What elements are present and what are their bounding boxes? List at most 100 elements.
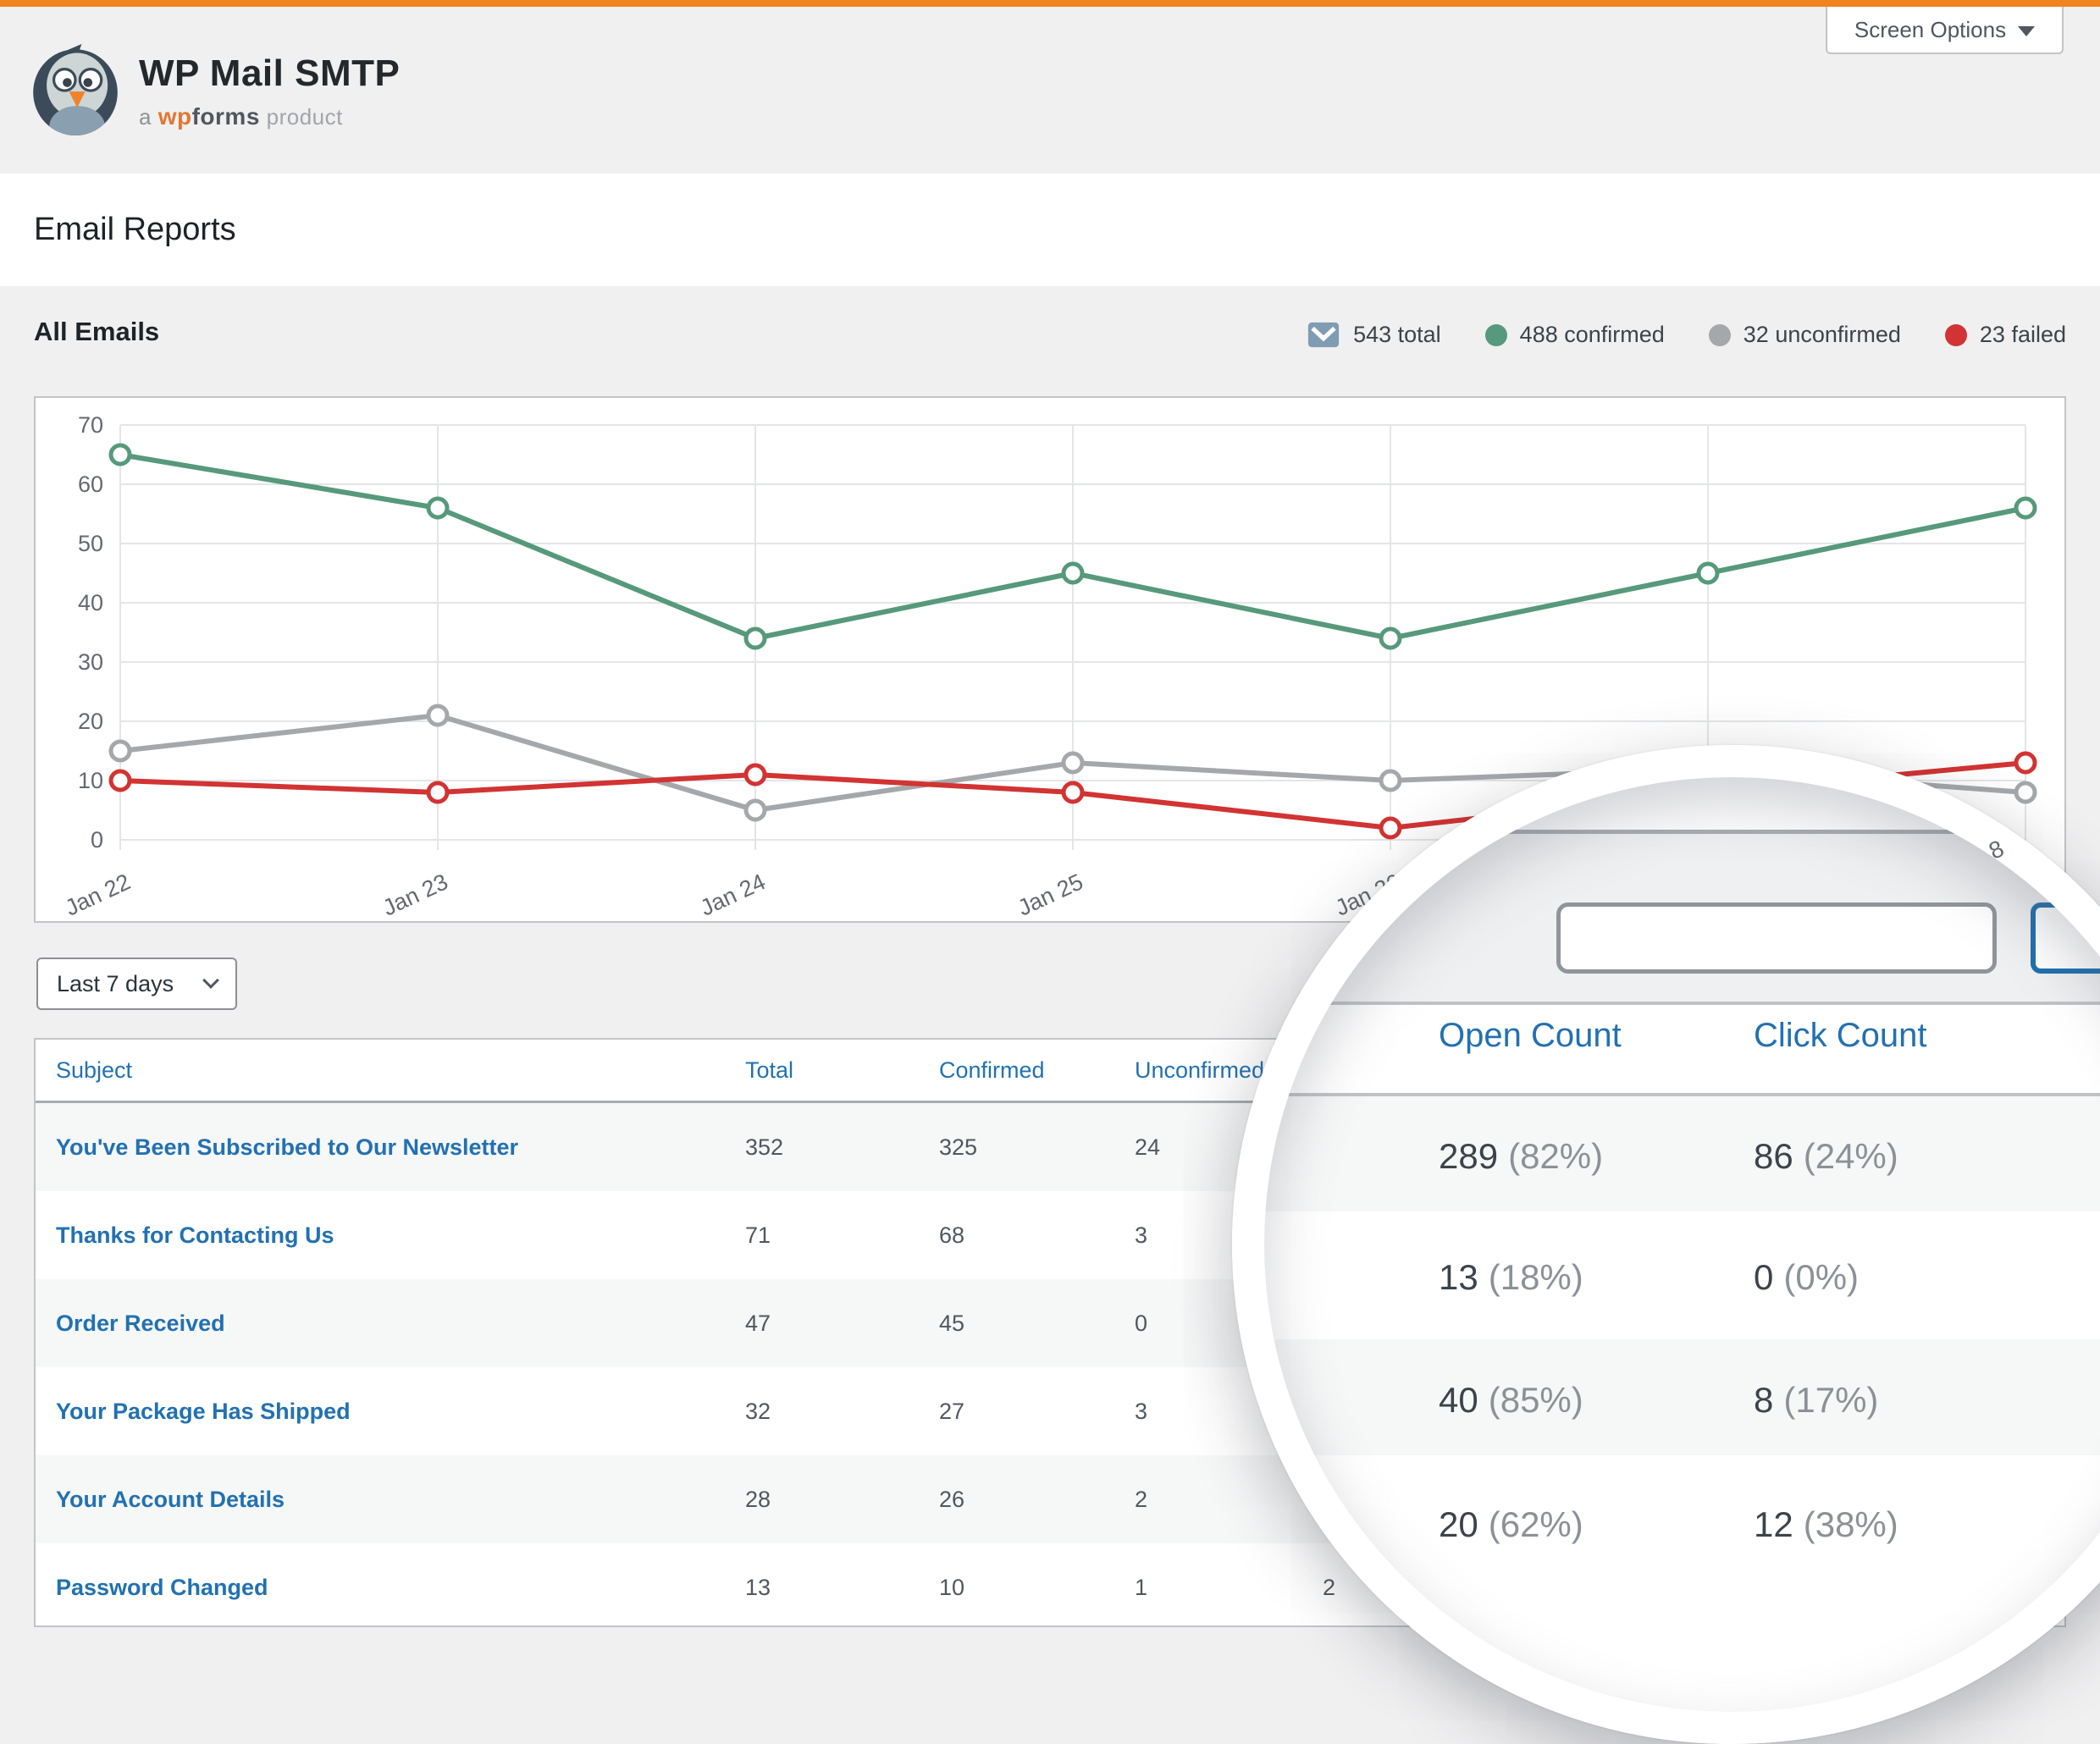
- date-range-select[interactable]: Last 7 days: [36, 958, 237, 1010]
- confirmed-value: 26: [939, 1455, 964, 1543]
- svg-text:Jan 23: Jan 23: [379, 869, 451, 920]
- column-header-total[interactable]: Total: [745, 1040, 793, 1101]
- all-emails-heading: All Emails: [34, 317, 159, 347]
- open-count-value: 20 (62%): [1439, 1504, 1583, 1547]
- screen-options-label: Screen Options: [1854, 17, 2006, 43]
- column-header-click-count[interactable]: Click Count: [1754, 1017, 1927, 1057]
- subject-link[interactable]: Your Package Has Shipped: [56, 1367, 351, 1455]
- unconfirmed-value: 2: [1135, 1455, 1147, 1543]
- svg-text:0: 0: [91, 827, 103, 853]
- subject-link[interactable]: Your Account Details: [56, 1455, 285, 1543]
- confirmed-dot-icon: [1485, 324, 1507, 346]
- column-header-failed[interactable]: Failed: [1232, 1017, 1307, 1057]
- svg-text:30: 30: [78, 649, 103, 675]
- legend-failed: 23 failed: [1945, 322, 2066, 348]
- unconfirmed-dot-icon: [1709, 324, 1731, 346]
- screen-options-button[interactable]: Screen Options: [1826, 7, 2064, 54]
- open-count-value: 13 (18%): [1439, 1257, 1583, 1300]
- svg-text:60: 60: [78, 472, 103, 497]
- legend-total: 543 total: [1307, 322, 1441, 348]
- svg-text:Jan 25: Jan 25: [1014, 869, 1086, 920]
- svg-text:20: 20: [78, 709, 103, 734]
- open-count-value: 289(82%): [1439, 1136, 1603, 1178]
- svg-text:10: 10: [78, 768, 103, 793]
- title-band: Email Reports: [0, 174, 2100, 286]
- open-count-number: 20: [1439, 1504, 1478, 1544]
- click-count-percent: (24%): [1804, 1136, 1898, 1176]
- unconfirmed-value: 24: [1135, 1103, 1160, 1191]
- tagline-a: a: [139, 104, 152, 130]
- legend-failed-label: 23 failed: [1980, 322, 2066, 348]
- click-count-number: 8: [1754, 1380, 1773, 1420]
- legend-confirmed-label: 488 confirmed: [1520, 322, 1665, 348]
- legend-total-label: 543 total: [1353, 322, 1441, 348]
- unconfirmed-value: 3: [1135, 1367, 1147, 1455]
- magnified-table-top-border: [1232, 1002, 2100, 1005]
- column-header-confirmed[interactable]: Confirmed: [939, 1040, 1045, 1101]
- click-count-number: 12: [1754, 1504, 1793, 1544]
- column-header-subject[interactable]: Subject: [56, 1040, 132, 1101]
- subject-link[interactable]: Password Changed: [56, 1543, 268, 1627]
- click-count-percent: (38%): [1804, 1504, 1898, 1544]
- click-count-value: 86 (24%): [1754, 1136, 1898, 1178]
- table-search-button[interactable]: [2031, 902, 2100, 974]
- total-value: 47: [745, 1279, 771, 1367]
- open-count-percent: (82%): [1508, 1136, 1603, 1176]
- total-value: 28: [745, 1455, 771, 1543]
- unconfirmed-value: 3: [1135, 1191, 1147, 1279]
- mail-icon: [1307, 322, 1340, 348]
- open-count-percent: (62%): [1489, 1504, 1583, 1544]
- top-accent-bar: [0, 0, 2100, 7]
- confirmed-value: 45: [939, 1279, 964, 1367]
- unconfirmed-value: 1: [1135, 1543, 1147, 1627]
- click-count-percent: (17%): [1783, 1380, 1878, 1420]
- svg-text:Jan 24: Jan 24: [696, 869, 769, 920]
- wp-mail-smtp-logo-icon: [30, 42, 120, 137]
- app-title: WP Mail SMTP: [139, 52, 400, 95]
- confirmed-value: 325: [939, 1103, 977, 1191]
- column-header-open-count[interactable]: Open Count: [1439, 1017, 1622, 1057]
- magnified-row-background: [1232, 1339, 2100, 1455]
- brand-header: WP Mail SMTP a wpforms product: [30, 42, 400, 137]
- date-range-value: Last 7 days: [57, 971, 174, 997]
- click-count-value: 8(17%): [1754, 1380, 1878, 1422]
- svg-text:Jan 22: Jan 22: [61, 869, 134, 920]
- svg-text:40: 40: [78, 590, 103, 615]
- total-value: 71: [745, 1191, 771, 1279]
- total-value: 13: [745, 1543, 771, 1627]
- chevron-down-icon: [2018, 26, 2035, 36]
- svg-text:50: 50: [78, 531, 103, 556]
- open-count-number: 289: [1439, 1136, 1498, 1176]
- subject-link[interactable]: Order Received: [56, 1279, 225, 1367]
- table-search-input[interactable]: [1556, 902, 1997, 974]
- open-count-number: 40: [1439, 1380, 1478, 1420]
- chevron-down-icon: [202, 972, 219, 989]
- page-title: Email Reports: [34, 174, 2100, 286]
- legend-unconfirmed: 32 unconfirmed: [1709, 322, 1901, 348]
- subject-link[interactable]: Thanks for Contacting Us: [56, 1191, 334, 1279]
- svg-text:70: 70: [78, 412, 103, 438]
- click-count-value: 0(0%): [1754, 1257, 1859, 1300]
- unconfirmed-value: 0: [1135, 1279, 1147, 1367]
- email-totals-legend: 543 total 488 confirmed 32 unconfirmed 2…: [1307, 322, 2066, 348]
- click-count-percent: (0%): [1783, 1257, 1859, 1297]
- click-count-number: 86: [1754, 1136, 1793, 1176]
- confirmed-value: 10: [939, 1543, 964, 1627]
- tagline-forms: forms: [192, 103, 260, 130]
- subject-link[interactable]: You've Been Subscribed to Our Newsletter: [56, 1103, 518, 1191]
- total-value: 352: [745, 1103, 783, 1191]
- open-count-number: 13: [1439, 1257, 1478, 1297]
- confirmed-value: 68: [939, 1191, 964, 1279]
- open-count-value: 40(85%): [1439, 1380, 1583, 1422]
- tagline-product: product: [267, 104, 343, 130]
- magnified-row-background: [1232, 1096, 2100, 1211]
- app-tagline: a wpforms product: [139, 103, 400, 130]
- tagline-wp: wp: [158, 103, 192, 130]
- click-count-value: 12 (38%): [1754, 1504, 1898, 1547]
- total-value: 32: [745, 1367, 771, 1455]
- click-count-number: 0: [1754, 1257, 1773, 1297]
- open-count-percent: (18%): [1489, 1257, 1583, 1297]
- failed-dot-icon: [1945, 324, 1967, 346]
- confirmed-value: 27: [939, 1367, 964, 1455]
- legend-unconfirmed-label: 32 unconfirmed: [1744, 322, 1901, 348]
